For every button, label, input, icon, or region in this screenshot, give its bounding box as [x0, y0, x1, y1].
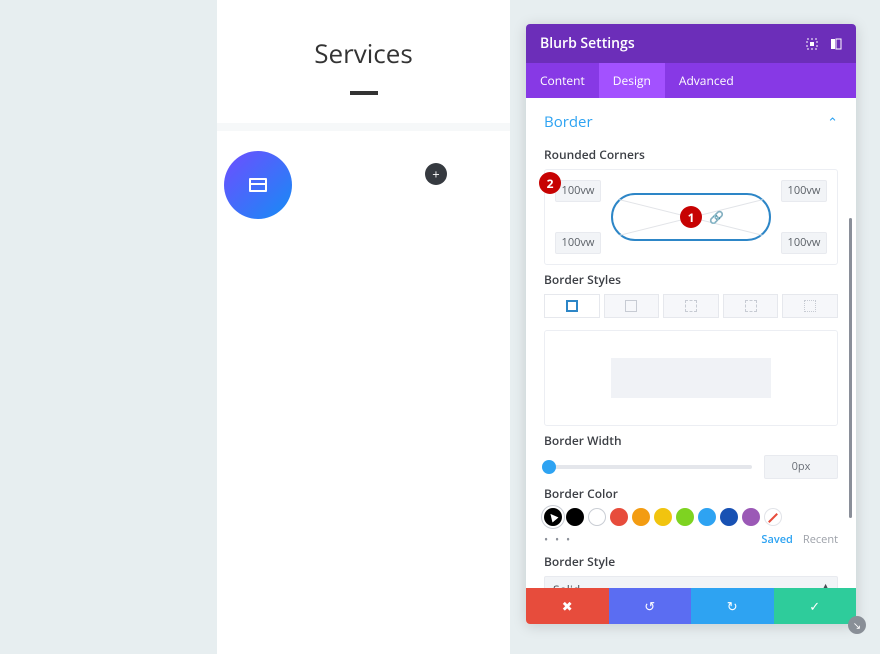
module-preview[interactable]: + [217, 131, 510, 239]
border-style-preview [544, 330, 838, 426]
color-swatch[interactable] [720, 508, 738, 526]
confirm-button[interactable]: ✓ [774, 588, 857, 624]
rounded-corners-control[interactable]: 100vw 100vw 100vw 100vw 1 🔗 2 [544, 169, 838, 265]
panel-body: Border ⌃ Rounded Corners 100vw 100vw 100… [526, 98, 856, 588]
border-style-all[interactable] [544, 294, 600, 318]
color-swatches [544, 508, 838, 526]
settings-panel: Blurb Settings Content Design Advanced B… [526, 24, 856, 624]
panel-header[interactable]: Blurb Settings [526, 24, 856, 63]
callout-badge-2: 2 [539, 172, 561, 194]
callout-badge-1: 1 [680, 206, 702, 228]
border-style-selected: Solid [553, 581, 580, 589]
panel-title: Blurb Settings [540, 34, 635, 53]
chevron-up-icon: ⌃ [827, 113, 838, 131]
section-title: Border [544, 112, 593, 132]
tab-content[interactable]: Content [526, 63, 599, 98]
expand-icon[interactable] [806, 38, 818, 50]
recent-colors-tab[interactable]: Recent [803, 532, 838, 547]
color-swatch[interactable] [632, 508, 650, 526]
corner-input-bottom-right[interactable]: 100vw [781, 232, 827, 254]
border-width-value[interactable]: 0px [764, 455, 838, 479]
corner-input-top-left[interactable]: 100vw [555, 180, 601, 202]
color-swatch[interactable] [566, 508, 584, 526]
section-border-header[interactable]: Border ⌃ [544, 98, 838, 140]
section-gap [217, 123, 510, 131]
add-module-button[interactable]: + [425, 163, 447, 185]
border-style-tabs [544, 294, 838, 318]
more-colors-button[interactable]: • • • [544, 532, 572, 547]
page-title: Services [217, 0, 510, 71]
blurb-icon-circle[interactable] [224, 151, 292, 219]
color-swatch[interactable] [610, 508, 628, 526]
label-border-style: Border Style [544, 553, 838, 570]
panel-footer: ✖ ↺ ↻ ✓ [526, 588, 856, 624]
tab-design[interactable]: Design [599, 63, 665, 98]
color-picker-button[interactable] [544, 508, 562, 526]
color-swatch[interactable] [742, 508, 760, 526]
border-style-select[interactable]: Solid ▲▼ [544, 576, 838, 588]
color-swatch[interactable] [698, 508, 716, 526]
label-border-styles: Border Styles [544, 271, 838, 288]
undo-button[interactable]: ↺ [609, 588, 692, 624]
color-swatch[interactable] [676, 508, 694, 526]
window-icon [249, 178, 267, 192]
corner-input-bottom-left[interactable]: 100vw [555, 232, 601, 254]
color-swatch[interactable] [588, 508, 606, 526]
tab-advanced[interactable]: Advanced [665, 63, 748, 98]
discard-button[interactable]: ✖ [526, 588, 609, 624]
border-style-top[interactable] [604, 294, 660, 318]
redo-button[interactable]: ↻ [691, 588, 774, 624]
settings-tabs: Content Design Advanced [526, 63, 856, 98]
label-border-color: Border Color [544, 485, 838, 502]
scrollbar[interactable] [849, 218, 852, 518]
corner-input-top-right[interactable]: 100vw [781, 180, 827, 202]
panel-resize-handle[interactable]: ↘ [848, 616, 866, 634]
label-rounded-corners: Rounded Corners [544, 146, 838, 163]
color-swatch[interactable] [654, 508, 672, 526]
border-style-right[interactable] [663, 294, 719, 318]
select-caret-icon: ▲▼ [822, 585, 829, 588]
snap-icon[interactable] [830, 38, 842, 50]
saved-colors-tab[interactable]: Saved [761, 532, 793, 547]
border-style-bottom[interactable] [723, 294, 779, 318]
border-width-slider[interactable] [544, 465, 752, 469]
page-canvas: Services + [217, 0, 510, 654]
slider-thumb[interactable] [542, 460, 556, 474]
label-border-width: Border Width [544, 432, 838, 449]
color-swatch-none[interactable] [764, 508, 782, 526]
border-style-left[interactable] [782, 294, 838, 318]
link-values-icon[interactable]: 🔗 [709, 209, 724, 226]
title-underline [350, 91, 378, 95]
